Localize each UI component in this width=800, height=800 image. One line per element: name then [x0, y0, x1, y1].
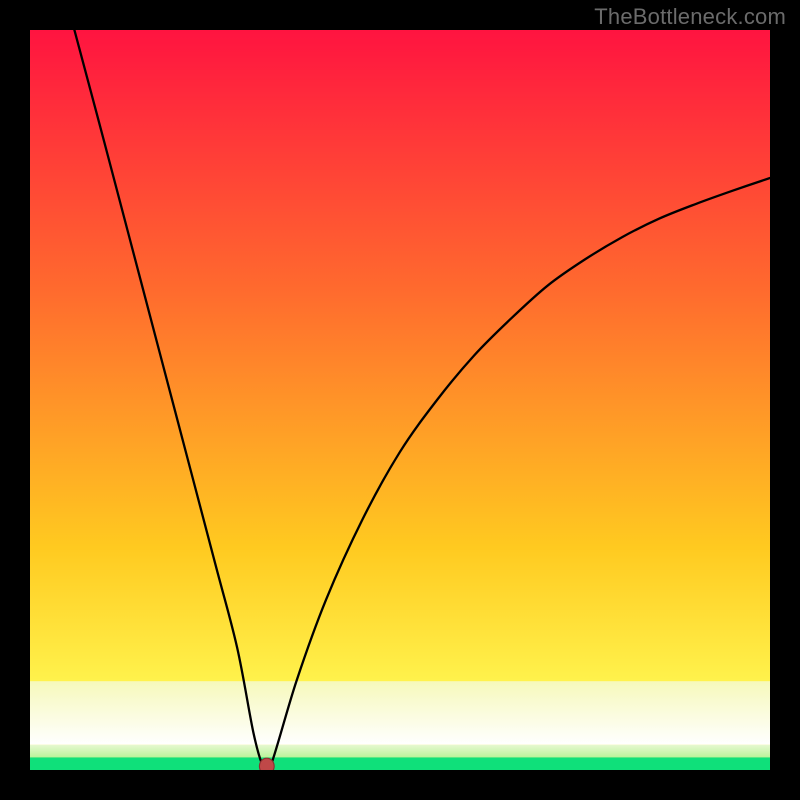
band-1	[30, 745, 770, 758]
chart-frame: TheBottleneck.com	[0, 0, 800, 800]
watermark-label: TheBottleneck.com	[594, 4, 786, 30]
band-2	[30, 757, 770, 770]
bottom-bands	[30, 681, 770, 770]
chart-svg	[30, 30, 770, 770]
optimum-marker	[259, 758, 274, 770]
band-0	[30, 681, 770, 745]
chart-plot-area	[30, 30, 770, 770]
gradient-background	[30, 30, 770, 770]
